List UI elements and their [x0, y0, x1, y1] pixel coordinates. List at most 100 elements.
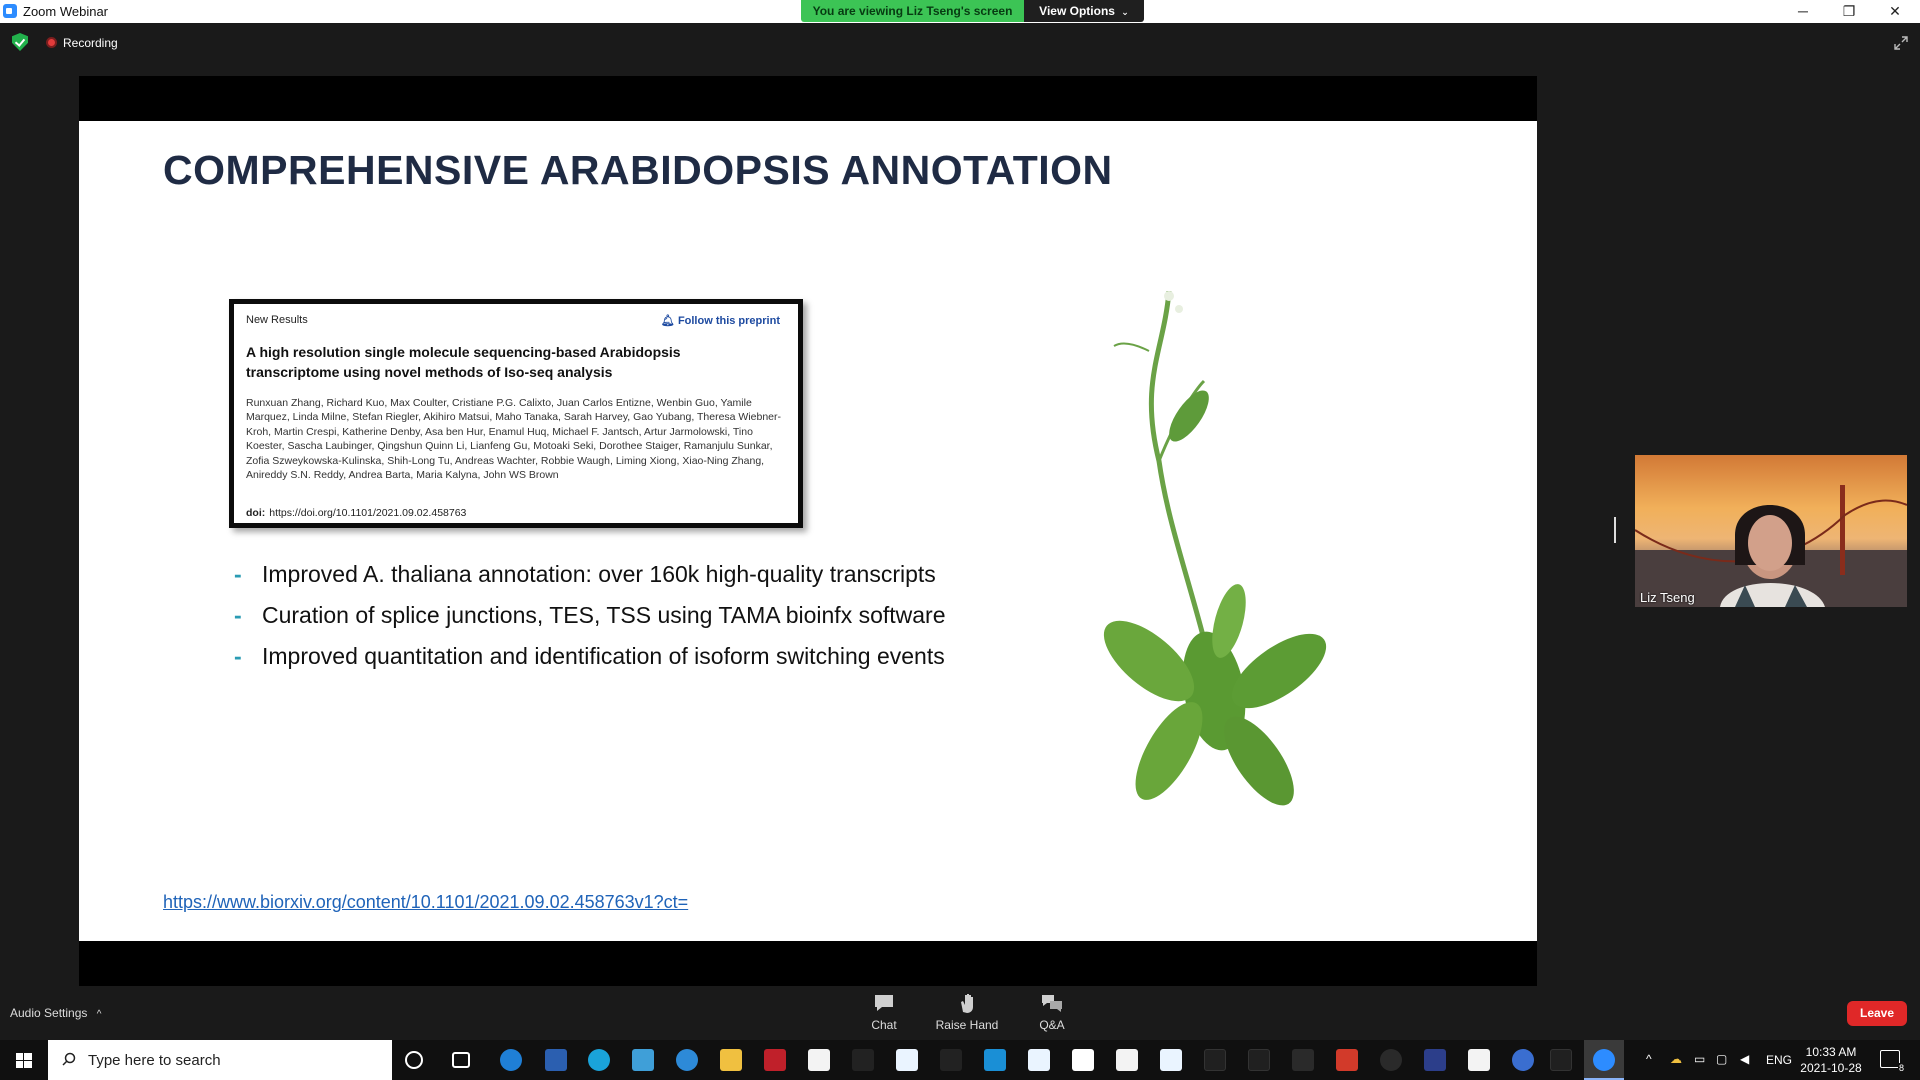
- bullet-item: - Curation of splice junctions, TES, TSS …: [234, 602, 946, 643]
- chevron-down-icon: ⌄: [1121, 7, 1129, 17]
- slide-title: COMPREHENSIVE ARABIDOPSIS ANNOTATION: [163, 147, 1113, 193]
- windows-taskbar: Type here to search ^ ☁︎ ▭ ▢ ◀ ENG 10:33…: [0, 1040, 1920, 1080]
- volume-icon[interactable]: ◀: [1740, 1052, 1749, 1066]
- web-app-icon[interactable]: [896, 1049, 918, 1071]
- bullet-item: - Improved quantitation and identificatio…: [234, 643, 946, 684]
- participant-name: Liz Tseng: [1640, 590, 1695, 605]
- task-view-icon[interactable]: [452, 1052, 470, 1068]
- view-options-button[interactable]: View Options ⌄: [1024, 0, 1144, 22]
- qa-label: Q&A: [1039, 1018, 1065, 1032]
- minimize-button[interactable]: ─: [1780, 0, 1826, 23]
- dash-icon: -: [234, 602, 242, 628]
- recording-icon: [46, 37, 57, 48]
- settings-app-icon[interactable]: [1550, 1049, 1572, 1071]
- paper-title: A high resolution single molecule sequen…: [246, 344, 681, 380]
- internet-explorer-icon[interactable]: [500, 1049, 522, 1071]
- clock-date: 2021-10-28: [1800, 1061, 1862, 1075]
- viewing-screen-banner: You are viewing Liz Tseng's screen: [801, 0, 1024, 22]
- gu-app-icon[interactable]: [940, 1049, 962, 1071]
- bullet-text: Improved A. thaliana annotation: over 16…: [262, 561, 936, 587]
- calendar-app-icon[interactable]: [545, 1049, 567, 1071]
- taskbar-search-box[interactable]: Type here to search: [48, 1040, 392, 1080]
- audio-settings-label: Audio Settings: [10, 1006, 88, 1020]
- red-app-icon[interactable]: [764, 1049, 786, 1071]
- window-title: Zoom Webinar: [23, 4, 109, 19]
- recording-label: Recording: [63, 36, 118, 50]
- bullet-list: - Improved A. thaliana annotation: over 1…: [234, 561, 946, 684]
- meeting-top-bar: Recording: [0, 23, 1920, 63]
- onedrive-icon[interactable]: ☁︎: [1670, 1052, 1682, 1066]
- raise-hand-button[interactable]: Raise Hand: [925, 992, 1009, 1032]
- chat-icon: [875, 995, 893, 1011]
- search-placeholder: Type here to search: [88, 1052, 221, 1069]
- view-options-label: View Options: [1039, 4, 1115, 18]
- close-button[interactable]: ✕: [1872, 0, 1918, 23]
- word-icon[interactable]: [1292, 1049, 1314, 1071]
- globe-app-icon[interactable]: [676, 1049, 698, 1071]
- clock-time: 10:33 AM: [1805, 1045, 1857, 1059]
- paper-screenshot: New Results 🔔︎ Follow this preprint A hi…: [229, 299, 803, 528]
- leave-button[interactable]: Leave: [1847, 1001, 1907, 1026]
- restore-button[interactable]: ❐: [1826, 0, 1872, 23]
- cortana-icon[interactable]: [405, 1051, 423, 1069]
- bell-icon: 🔔︎: [660, 315, 675, 327]
- zoom-icon: [1593, 1049, 1615, 1071]
- doi-label: doi:: [246, 507, 266, 519]
- document-app-icon[interactable]: [808, 1049, 830, 1071]
- file-explorer-icon[interactable]: [720, 1049, 742, 1071]
- paper-authors: Runxuan Zhang, Richard Kuo, Max Coulter,…: [246, 397, 782, 482]
- shield-icon[interactable]: [12, 33, 28, 51]
- paper-doi: doi: https://doi.org/10.1101/2021.09.02.4…: [246, 507, 466, 519]
- dark-app-icon-2[interactable]: [1248, 1049, 1270, 1071]
- fullscreen-icon[interactable]: [1894, 36, 1908, 50]
- github-icon[interactable]: [1380, 1049, 1402, 1071]
- qa-icon: [1042, 995, 1062, 1012]
- panel-resize-handle[interactable]: [1614, 517, 1616, 543]
- notification-center-button[interactable]: 8: [1880, 1050, 1905, 1073]
- web-app-icon-3[interactable]: [1160, 1049, 1182, 1071]
- language-indicator[interactable]: ENG: [1766, 1053, 1792, 1067]
- shield-app-icon[interactable]: [1424, 1049, 1446, 1071]
- acrobat-icon[interactable]: [1336, 1049, 1358, 1071]
- follow-preprint-link: 🔔︎ Follow this preprint: [661, 314, 780, 327]
- web-app-icon-2[interactable]: [1028, 1049, 1050, 1071]
- presentation-slide: COMPREHENSIVE ARABIDOPSIS ANNOTATION New…: [79, 121, 1537, 941]
- dash-icon: -: [234, 643, 242, 669]
- bullet-text: Improved quantitation and identification…: [262, 643, 945, 669]
- zoom-taskbar-button[interactable]: [1584, 1040, 1624, 1080]
- bullet-item: - Improved A. thaliana annotation: over 1…: [234, 561, 946, 602]
- audio-settings-button[interactable]: Audio Settings ^: [10, 1006, 101, 1020]
- tray-chevron-icon[interactable]: ^: [1646, 1052, 1652, 1066]
- search-icon: [62, 1052, 76, 1066]
- paper-tag: New Results: [246, 314, 308, 326]
- zoom-app-icon: [3, 4, 17, 18]
- notes-app-icon[interactable]: [1116, 1049, 1138, 1071]
- r-app-icon[interactable]: [1512, 1049, 1534, 1071]
- hand-icon: [961, 994, 973, 1013]
- raise-hand-label: Raise Hand: [935, 1018, 999, 1032]
- device-icon[interactable]: ▭: [1694, 1052, 1705, 1066]
- notes-app-icon-2[interactable]: [1468, 1049, 1490, 1071]
- chat-button[interactable]: Chat: [842, 992, 926, 1032]
- dark-app-icon[interactable]: [1204, 1049, 1226, 1071]
- meeting-control-bar: Audio Settings ^ Chat Raise Hand Q&A Lea…: [0, 988, 1920, 1040]
- bullet-text: Curation of splice junctions, TES, TSS u…: [262, 602, 946, 628]
- taskbar-clock[interactable]: 10:33 AM 2021-10-28: [1795, 1044, 1867, 1076]
- window-title-bar: Zoom Webinar You are viewing Liz Tseng's…: [0, 0, 1920, 23]
- doi-value: https://doi.org/10.1101/2021.09.02.45876…: [269, 507, 467, 519]
- qa-button[interactable]: Q&A: [1010, 992, 1094, 1032]
- biorxiv-link[interactable]: https://www.biorxiv.org/content/10.1101/…: [163, 892, 688, 913]
- webcam-video[interactable]: Liz Tseng: [1635, 455, 1907, 607]
- windows-start-icon[interactable]: [0, 1040, 48, 1080]
- network-icon[interactable]: ▢: [1716, 1052, 1727, 1066]
- follow-label: Follow this preprint: [677, 315, 780, 327]
- dash-icon: -: [234, 561, 242, 587]
- writer-app-icon[interactable]: [1072, 1049, 1094, 1071]
- blue-app-icon[interactable]: [984, 1049, 1006, 1071]
- edge-browser-icon[interactable]: [588, 1049, 610, 1071]
- chat-label: Chat: [871, 1018, 897, 1032]
- chevron-up-icon: ^: [96, 1009, 102, 1020]
- arabidopsis-plant-image: [1103, 291, 1327, 806]
- graduation-cap-icon[interactable]: [852, 1049, 874, 1071]
- browser-app-icon[interactable]: [632, 1049, 654, 1071]
